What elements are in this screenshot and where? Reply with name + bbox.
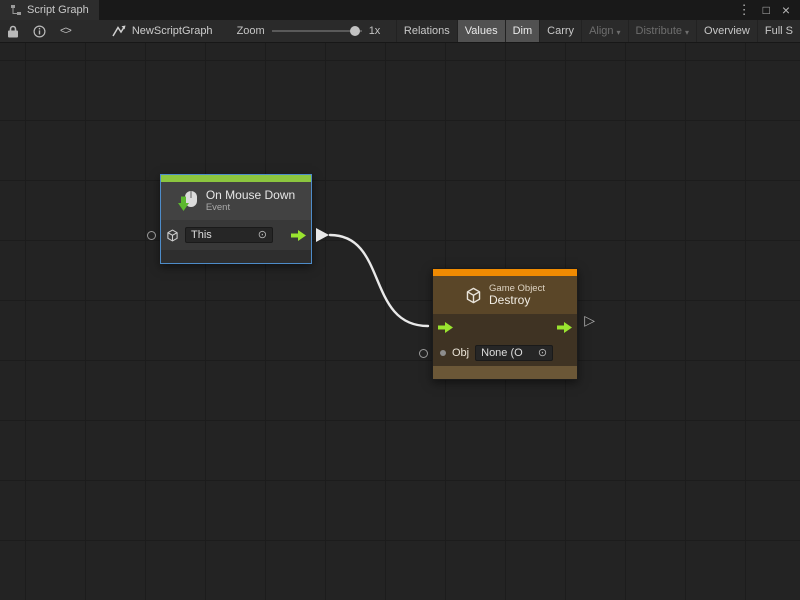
tab-title: Script Graph [27,4,89,16]
target-value: This [191,229,212,241]
window-menu-icon[interactable]: ⋮ [732,0,757,20]
zoom-slider[interactable] [272,25,362,37]
event-node-body: This ⊙ [161,220,311,250]
node-subtitle: Event [206,202,295,213]
object-picker-icon: ⊙ [538,348,547,359]
node-title: On Mouse Down [206,189,295,202]
graph-toolbar: <> NewScriptGraph Zoom 1x Relations Valu… [0,20,800,43]
game-object-cube-icon [166,229,179,242]
destroy-node-footer [433,366,577,379]
zoom-slider-track[interactable] [272,30,362,32]
value-dot-icon [440,350,446,356]
close-icon[interactable]: × [776,0,796,20]
connection-layer [0,43,800,600]
values-button[interactable]: Values [457,20,505,42]
destroy-accent-strip [433,269,577,276]
node-title: Destroy [489,294,545,307]
inspect-button[interactable] [26,20,53,42]
window-tab-bar: Script Graph ⋮ □ × [0,0,800,20]
script-graph-tab-icon [10,4,22,16]
flow-output-port[interactable] [557,322,572,333]
dim-button[interactable]: Dim [505,20,540,42]
target-dropdown[interactable]: This ⊙ [185,227,273,243]
obj-dropdown[interactable]: None (O ⊙ [475,345,553,361]
obj-label: Obj [452,347,469,359]
event-accent-strip [161,175,311,182]
flow-input-port[interactable] [438,322,453,333]
event-node-header[interactable]: On Mouse Down Event [161,182,311,220]
code-icon: <> [60,25,71,37]
graph-name-label: NewScriptGraph [132,25,213,37]
object-picker-icon: ⊙ [258,230,267,241]
align-button: Align ▾ [581,20,627,42]
mouse-down-icon [177,190,199,212]
destroy-node-header[interactable]: Game Object Destroy [433,276,577,314]
toolbar-buttons: Relations Values Dim Carry Align ▾ Distr… [396,20,800,42]
destroy-node-body: Obj None (O ⊙ [433,314,577,366]
flow-continuation-icon: ▷ [584,313,595,327]
graph-breadcrumb[interactable]: NewScriptGraph [104,20,221,42]
wire-source-arrowhead [316,228,329,242]
tab-script-graph[interactable]: Script Graph [0,0,99,20]
chevron-down-icon: ▾ [685,28,689,37]
zoom-value: 1x [369,25,381,37]
maximize-icon[interactable]: □ [757,0,776,20]
graph-icon [112,25,126,37]
lock-button[interactable] [0,20,26,42]
target-input-port[interactable] [147,231,156,240]
chevron-down-icon: ▾ [617,28,621,37]
zoom-control: Zoom 1x [227,20,391,42]
obj-value: None (O [481,347,523,359]
destroy-node-titles: Game Object Destroy [489,283,545,307]
zoom-label: Zoom [237,25,265,37]
flow-row [433,314,577,340]
event-node-footer [161,250,311,263]
carry-button[interactable]: Carry [539,20,581,42]
relations-button[interactable]: Relations [396,20,457,42]
event-node-titles: On Mouse Down Event [206,189,295,213]
flow-output-port[interactable] [291,230,306,241]
graph-canvas[interactable]: On Mouse Down Event This ⊙ [0,43,800,600]
game-object-cube-icon [465,287,482,304]
distribute-button: Distribute ▾ [628,20,696,42]
zoom-slider-knob[interactable] [350,26,360,36]
event-node-on-mouse-down[interactable]: On Mouse Down Event This ⊙ [160,174,312,264]
overview-button[interactable]: Overview [696,20,757,42]
code-view-button[interactable]: <> [53,20,78,42]
flow-connection-wire[interactable] [330,235,428,326]
info-icon [33,25,46,38]
unit-node-destroy[interactable]: Game Object Destroy Obj None (O ⊙ ▷ [432,268,578,380]
obj-input-port[interactable] [419,349,428,358]
lock-icon [7,25,19,38]
window-controls: ⋮ □ × [732,0,800,20]
obj-parameter-row: Obj None (O ⊙ [433,340,577,366]
fullscreen-button[interactable]: Full S [757,20,800,42]
